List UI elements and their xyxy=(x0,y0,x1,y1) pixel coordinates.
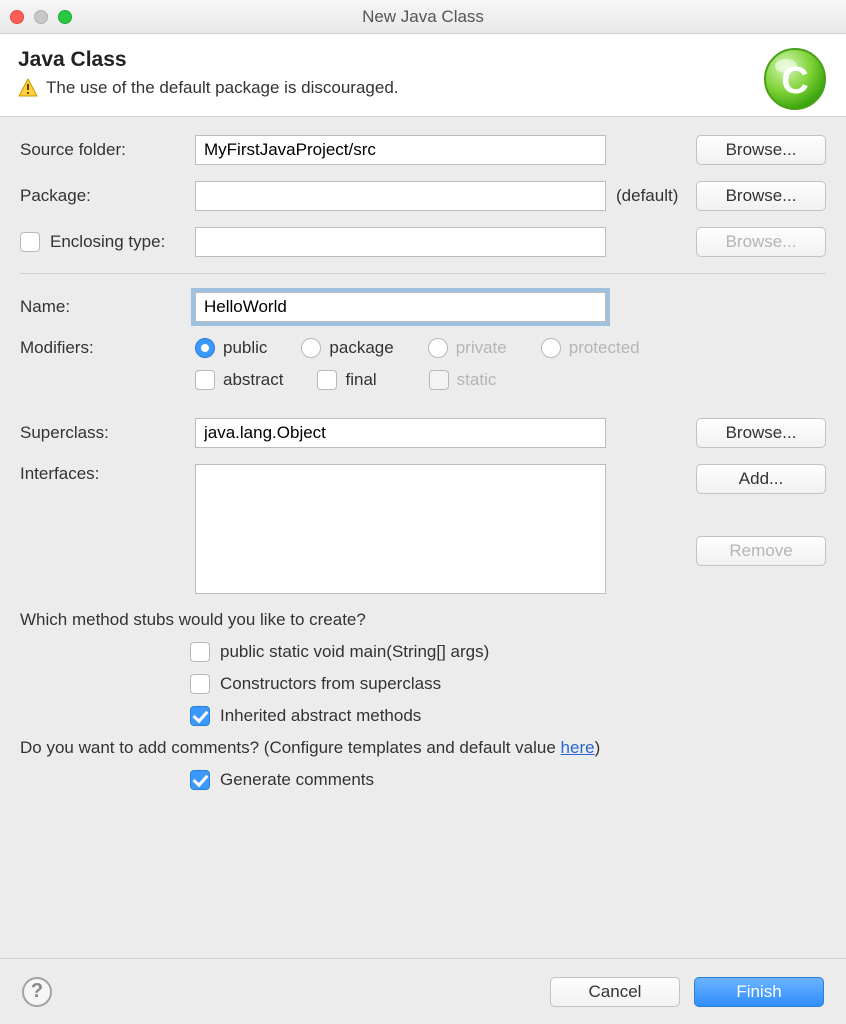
modifier-protected-radio xyxy=(541,338,561,358)
dialog-header: Java Class The use of the default packag… xyxy=(0,34,846,117)
close-window-icon[interactable] xyxy=(10,10,24,24)
modifier-protected-option: protected xyxy=(541,338,640,358)
modifier-public-radio[interactable] xyxy=(195,338,215,358)
stub-inherited-checkbox[interactable] xyxy=(190,706,210,726)
source-folder-row: Source folder: Browse... xyxy=(20,135,826,165)
enclosing-type-checkbox[interactable] xyxy=(20,232,40,252)
package-label: Package: xyxy=(20,186,185,206)
modifier-final-checkbox[interactable] xyxy=(317,370,337,390)
generate-comments-label: Generate comments xyxy=(220,770,374,790)
superclass-browse-button[interactable]: Browse... xyxy=(696,418,826,448)
package-input[interactable] xyxy=(195,181,606,211)
dialog-footer: ? Cancel Finish xyxy=(0,958,846,1024)
name-label: Name: xyxy=(20,297,185,317)
interfaces-row: Interfaces: Add... Remove xyxy=(20,464,826,594)
cancel-button[interactable]: Cancel xyxy=(550,977,680,1007)
header-message: The use of the default package is discou… xyxy=(46,78,399,98)
modifier-abstract-checkbox[interactable] xyxy=(195,370,215,390)
generate-comments-checkbox[interactable] xyxy=(190,770,210,790)
interfaces-remove-button: Remove xyxy=(696,536,826,566)
stub-constructors-label: Constructors from superclass xyxy=(220,674,441,694)
modifiers-row: Modifiers: public package private protec… xyxy=(20,338,826,402)
warning-icon xyxy=(18,78,38,98)
interfaces-list[interactable] xyxy=(195,464,606,594)
finish-button[interactable]: Finish xyxy=(694,977,824,1007)
stub-main-checkbox[interactable] xyxy=(190,642,210,662)
configure-templates-link[interactable]: here xyxy=(561,738,595,757)
modifier-public-option[interactable]: public xyxy=(195,338,267,358)
form-area: Source folder: Browse... Package: (defau… xyxy=(0,117,846,800)
minimize-window-icon[interactable] xyxy=(34,10,48,24)
enclosing-type-input xyxy=(195,227,606,257)
stub-main-label: public static void main(String[] args) xyxy=(220,642,489,662)
svg-text:C: C xyxy=(781,60,808,102)
modifiers-label: Modifiers: xyxy=(20,338,185,358)
help-button[interactable]: ? xyxy=(22,977,52,1007)
page-title: Java Class xyxy=(18,48,828,72)
modifier-package-option[interactable]: package xyxy=(301,338,393,358)
method-stubs-question: Which method stubs would you like to cre… xyxy=(20,610,826,630)
modifier-static-option: static xyxy=(429,370,497,390)
name-input[interactable] xyxy=(195,292,606,322)
method-stubs-section: Which method stubs would you like to cre… xyxy=(20,610,826,726)
superclass-input[interactable] xyxy=(195,418,606,448)
modifier-private-option: private xyxy=(428,338,507,358)
class-icon: C xyxy=(760,44,830,114)
superclass-row: Superclass: Browse... xyxy=(20,418,826,448)
package-row: Package: (default) Browse... xyxy=(20,181,826,211)
interfaces-add-button[interactable]: Add... xyxy=(696,464,826,494)
zoom-window-icon[interactable] xyxy=(58,10,72,24)
modifier-private-radio xyxy=(428,338,448,358)
modifier-static-checkbox xyxy=(429,370,449,390)
enclosing-type-browse-button: Browse... xyxy=(696,227,826,257)
comments-question: Do you want to add comments? (Configure … xyxy=(20,738,826,758)
stub-inherited-label: Inherited abstract methods xyxy=(220,706,421,726)
package-default-label: (default) xyxy=(616,186,686,206)
superclass-label: Superclass: xyxy=(20,423,185,443)
name-row: Name: xyxy=(20,292,826,322)
title-bar: New Java Class xyxy=(0,0,846,34)
stub-constructors-checkbox[interactable] xyxy=(190,674,210,694)
modifier-abstract-option[interactable]: abstract xyxy=(195,370,283,390)
window-title: New Java Class xyxy=(0,7,846,27)
window-controls xyxy=(10,10,72,24)
divider xyxy=(20,273,826,274)
package-browse-button[interactable]: Browse... xyxy=(696,181,826,211)
source-folder-label: Source folder: xyxy=(20,140,185,160)
enclosing-type-label: Enclosing type: xyxy=(50,232,165,252)
comments-section: Do you want to add comments? (Configure … xyxy=(20,738,826,790)
enclosing-type-row: Enclosing type: Browse... xyxy=(20,227,826,257)
source-folder-browse-button[interactable]: Browse... xyxy=(696,135,826,165)
modifier-final-option[interactable]: final xyxy=(317,370,376,390)
interfaces-label: Interfaces: xyxy=(20,464,185,484)
source-folder-input[interactable] xyxy=(195,135,606,165)
modifier-package-radio[interactable] xyxy=(301,338,321,358)
